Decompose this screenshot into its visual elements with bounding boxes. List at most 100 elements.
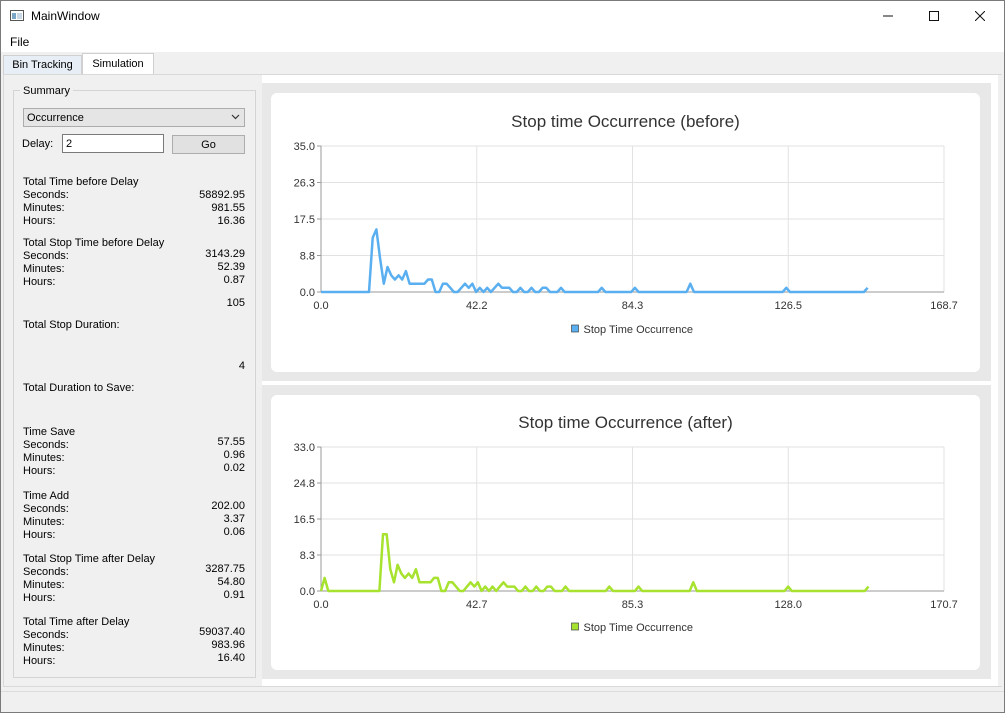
pane-edge: [998, 75, 1004, 686]
tta-hours-value: 16.40: [217, 652, 245, 664]
ttb-minutes-label: Minutes:: [23, 202, 65, 214]
ta-seconds-label: Seconds:: [23, 503, 69, 515]
mode-combobox[interactable]: Occurrence: [23, 108, 245, 127]
ts-hours-label: Hours:: [23, 465, 56, 477]
tab-simulation[interactable]: Simulation: [82, 53, 154, 74]
tstb-minutes-value: 52.39: [217, 261, 245, 273]
ts-minutes-label: Minutes:: [23, 452, 65, 464]
tstb-hours-value: 0.87: [223, 274, 245, 286]
x-tick-label: 42.7: [466, 599, 487, 611]
y-tick-label: 35.0: [294, 141, 315, 153]
ta-hours-value: 0.06: [223, 526, 245, 538]
tds-title: Total Duration to Save:: [23, 382, 135, 394]
ts-seconds-value: 57.55: [217, 436, 245, 448]
tta-seconds-value: 59037.40: [199, 626, 245, 638]
tta-seconds-label: Seconds:: [23, 629, 69, 641]
minimize-button[interactable]: [865, 1, 911, 31]
ta-title: Time Add: [23, 490, 70, 502]
y-tick-label: 0.0: [300, 586, 315, 598]
ttb-hours-label: Hours:: [23, 215, 56, 227]
ta-minutes-label: Minutes:: [23, 516, 65, 528]
legend-swatch: [571, 324, 579, 333]
x-tick-label: 85.3: [622, 599, 643, 611]
ts-title: Time Save: [23, 426, 76, 438]
tsd-title: Total Stop Duration:: [23, 319, 120, 331]
ttb-hours-value: 16.36: [217, 215, 245, 227]
chart-before-panel: Stop time Occurrence (before) 0.0 42.2 84.3…: [262, 83, 991, 381]
tsta-seconds-value: 3287.75: [205, 563, 245, 575]
y-tick-label: 8.8: [300, 251, 315, 263]
chart-before: Stop time Occurrence (before) 0.0 42.2 84.3…: [294, 112, 958, 336]
y-tick-label: 8.3: [300, 550, 315, 562]
tstb-hours-label: Hours:: [23, 276, 56, 288]
y-tick-label: 33.0: [294, 442, 315, 454]
x-tick-label: 170.7: [930, 599, 958, 611]
tsd-value: 105: [226, 297, 245, 309]
y-tick-label: 16.5: [294, 514, 315, 526]
x-tick-label: 0.0: [313, 300, 328, 312]
close-button[interactable]: [957, 1, 1003, 31]
ta-seconds-value: 202.00: [211, 500, 245, 512]
y-tick-label: 0.0: [300, 287, 315, 299]
tta-hours-label: Hours:: [23, 655, 56, 667]
y-tick-label: 24.8: [294, 478, 315, 490]
chart-title: Stop time Occurrence (after): [518, 413, 732, 432]
ta-hours-label: Hours:: [23, 529, 56, 541]
tsta-hours-label: Hours:: [23, 592, 56, 604]
ts-minutes-value: 0.96: [223, 449, 245, 461]
x-tick-label: 126.5: [774, 300, 802, 312]
tsta-minutes-value: 54.80: [217, 576, 245, 588]
tta-title: Total Time after Delay: [23, 616, 130, 628]
tstb-title: Total Stop Time before Delay: [23, 237, 165, 249]
y-tick-label: 17.5: [294, 214, 315, 226]
y-tick-label: 26.3: [294, 178, 315, 190]
chart-before-card: Stop time Occurrence (before) 0.0 42.2 84.3…: [271, 93, 980, 372]
tab-bin-tracking[interactable]: Bin Tracking: [3, 55, 82, 74]
series-line: [319, 533, 870, 593]
ts-hours-value: 0.02: [223, 462, 245, 474]
title-bar[interactable]: MainWindow: [1, 1, 1004, 31]
tsta-hours-value: 0.91: [223, 589, 245, 601]
app-icon: [10, 10, 24, 21]
tsta-minutes-label: Minutes:: [23, 579, 65, 591]
x-tick-label: 0.0: [313, 599, 328, 611]
menu-file[interactable]: File: [10, 35, 29, 49]
ttb-minutes-value: 981.55: [211, 202, 245, 214]
legend-label: Stop Time Occurrence: [584, 622, 693, 634]
legend-label: Stop Time Occurrence: [584, 324, 693, 336]
legend-swatch: [571, 622, 579, 631]
tstb-seconds-label: Seconds:: [23, 250, 69, 262]
legend[interactable]: Stop Time Occurrence: [571, 622, 693, 634]
tsta-seconds-label: Seconds:: [23, 566, 69, 578]
tstb-minutes-label: Minutes:: [23, 263, 65, 275]
x-tick-label: 42.2: [466, 300, 487, 312]
ta-minutes-value: 3.37: [223, 513, 245, 525]
x-tick-label: 128.0: [774, 599, 802, 611]
delay-label: Delay:: [22, 138, 54, 150]
ttb-seconds-label: Seconds:: [23, 189, 69, 201]
menu-bar: File: [1, 31, 1004, 52]
tstb-seconds-value: 3143.29: [205, 248, 245, 260]
chart-title: Stop time Occurrence (before): [511, 112, 740, 131]
x-tick-label: 84.3: [622, 300, 643, 312]
minimize-icon: [883, 15, 893, 17]
main-window: MainWindow File Bin Tracking Simulation …: [0, 0, 1005, 713]
maximize-icon: [929, 11, 939, 21]
chart-after-panel: Stop time Occurrence (after) 0.0 42.7 85.3 1…: [262, 385, 991, 679]
chevron-down-icon: [231, 114, 240, 120]
maximize-button[interactable]: [911, 1, 957, 31]
tta-minutes-value: 983.96: [211, 639, 245, 651]
ts-seconds-label: Seconds:: [23, 439, 69, 451]
legend[interactable]: Stop Time Occurrence: [571, 324, 693, 336]
chart-after-card: Stop time Occurrence (after) 0.0 42.7 85.3 1…: [271, 395, 980, 670]
tta-minutes-label: Minutes:: [23, 642, 65, 654]
delay-input[interactable]: [62, 134, 164, 153]
chart-after: Stop time Occurrence (after) 0.0 42.7 85.3 1…: [294, 413, 958, 634]
go-button[interactable]: Go: [172, 135, 245, 154]
ttb-title: Total Time before Delay: [23, 176, 139, 188]
summary-group-title: Summary: [20, 85, 74, 97]
mode-combobox-value: Occurrence: [27, 112, 84, 124]
window-title: MainWindow: [31, 9, 100, 23]
x-tick-label: 168.7: [930, 300, 958, 312]
series-line: [321, 228, 869, 294]
